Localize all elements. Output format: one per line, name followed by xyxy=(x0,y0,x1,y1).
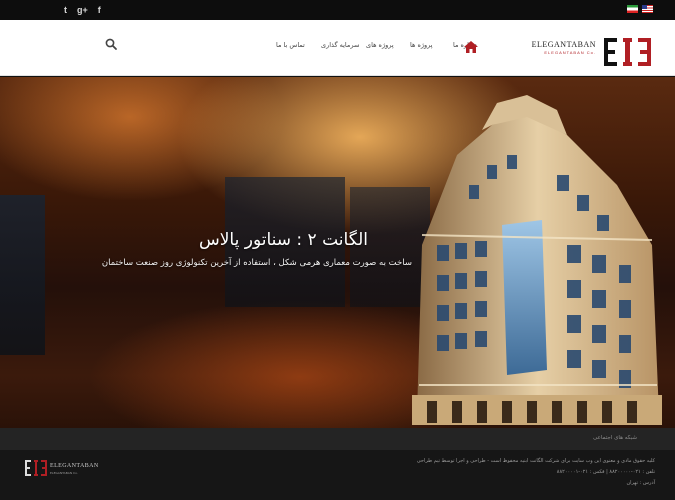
google-plus-icon[interactable]: g+ xyxy=(77,3,88,17)
strip-text: شبکه های اجتماعی xyxy=(593,435,637,441)
footer-logo-tagline: ELEGANTABAN Co. xyxy=(50,471,78,475)
site-footer: ELEGANTABAN ELEGANTABAN Co. کلیه حقوق ما… xyxy=(0,450,675,500)
main-nav: تماس با ما سرمایه گذاری پروژه های پروژه … xyxy=(250,37,480,57)
footer-phone: تلفن : ۰۲۱-۸۸۲۰۰۰۰۰ | فکس : ۰۲۱-۸۸۲۰۰۰۰۱ xyxy=(556,469,655,475)
footer-logo-name: ELEGANTABAN xyxy=(50,463,99,469)
nav-item-projects-2[interactable]: پروژه های xyxy=(366,41,394,49)
top-bar: t g+ f xyxy=(0,0,675,20)
hero-title: الگانت ۲ : سناتور پالاس xyxy=(198,230,368,250)
twitter-icon[interactable]: t xyxy=(64,3,67,17)
footer-address: آدرس : تهران xyxy=(626,480,655,486)
logo-name: ELEGANTABAN xyxy=(531,40,596,49)
logo-text[interactable]: ELEGANTABAN ELEGANTABAN Co. xyxy=(518,40,596,55)
footer-logo-mark[interactable] xyxy=(24,458,48,478)
logo-mark[interactable] xyxy=(602,34,654,70)
footer-copyright: کلیه حقوق مادی و معنوی این وب سایت برای … xyxy=(416,458,655,464)
social-links: t g+ f xyxy=(64,3,101,17)
footer-info: کلیه حقوق مادی و معنوی این وب سایت برای … xyxy=(417,456,655,489)
hero-subtitle: ساخت به صورت معماری هرمی شکل ، استفاده ا… xyxy=(101,258,412,268)
nav-item-investment[interactable]: سرمایه گذاری xyxy=(321,41,359,49)
search-icon[interactable] xyxy=(104,37,118,51)
nav-item-contact[interactable]: تماس با ما xyxy=(276,41,305,49)
nav-item-projects[interactable]: پروژه ها xyxy=(410,41,433,49)
home-icon[interactable] xyxy=(463,40,479,54)
site-header: تماس با ما سرمایه گذاری پروژه های پروژه … xyxy=(0,20,675,76)
logo-tagline: ELEGANTABAN Co. xyxy=(544,50,596,55)
building-image xyxy=(412,95,662,425)
iran-flag-icon[interactable] xyxy=(627,5,638,13)
background-window xyxy=(0,195,45,355)
facebook-icon[interactable]: f xyxy=(98,3,101,17)
language-switcher xyxy=(627,5,653,13)
info-strip: شبکه های اجتماعی xyxy=(0,428,675,450)
english-flag-icon[interactable] xyxy=(642,5,653,13)
hero-slider[interactable]: الگانت ۲ : سناتور پالاس ساخت به صورت معم… xyxy=(0,77,675,428)
